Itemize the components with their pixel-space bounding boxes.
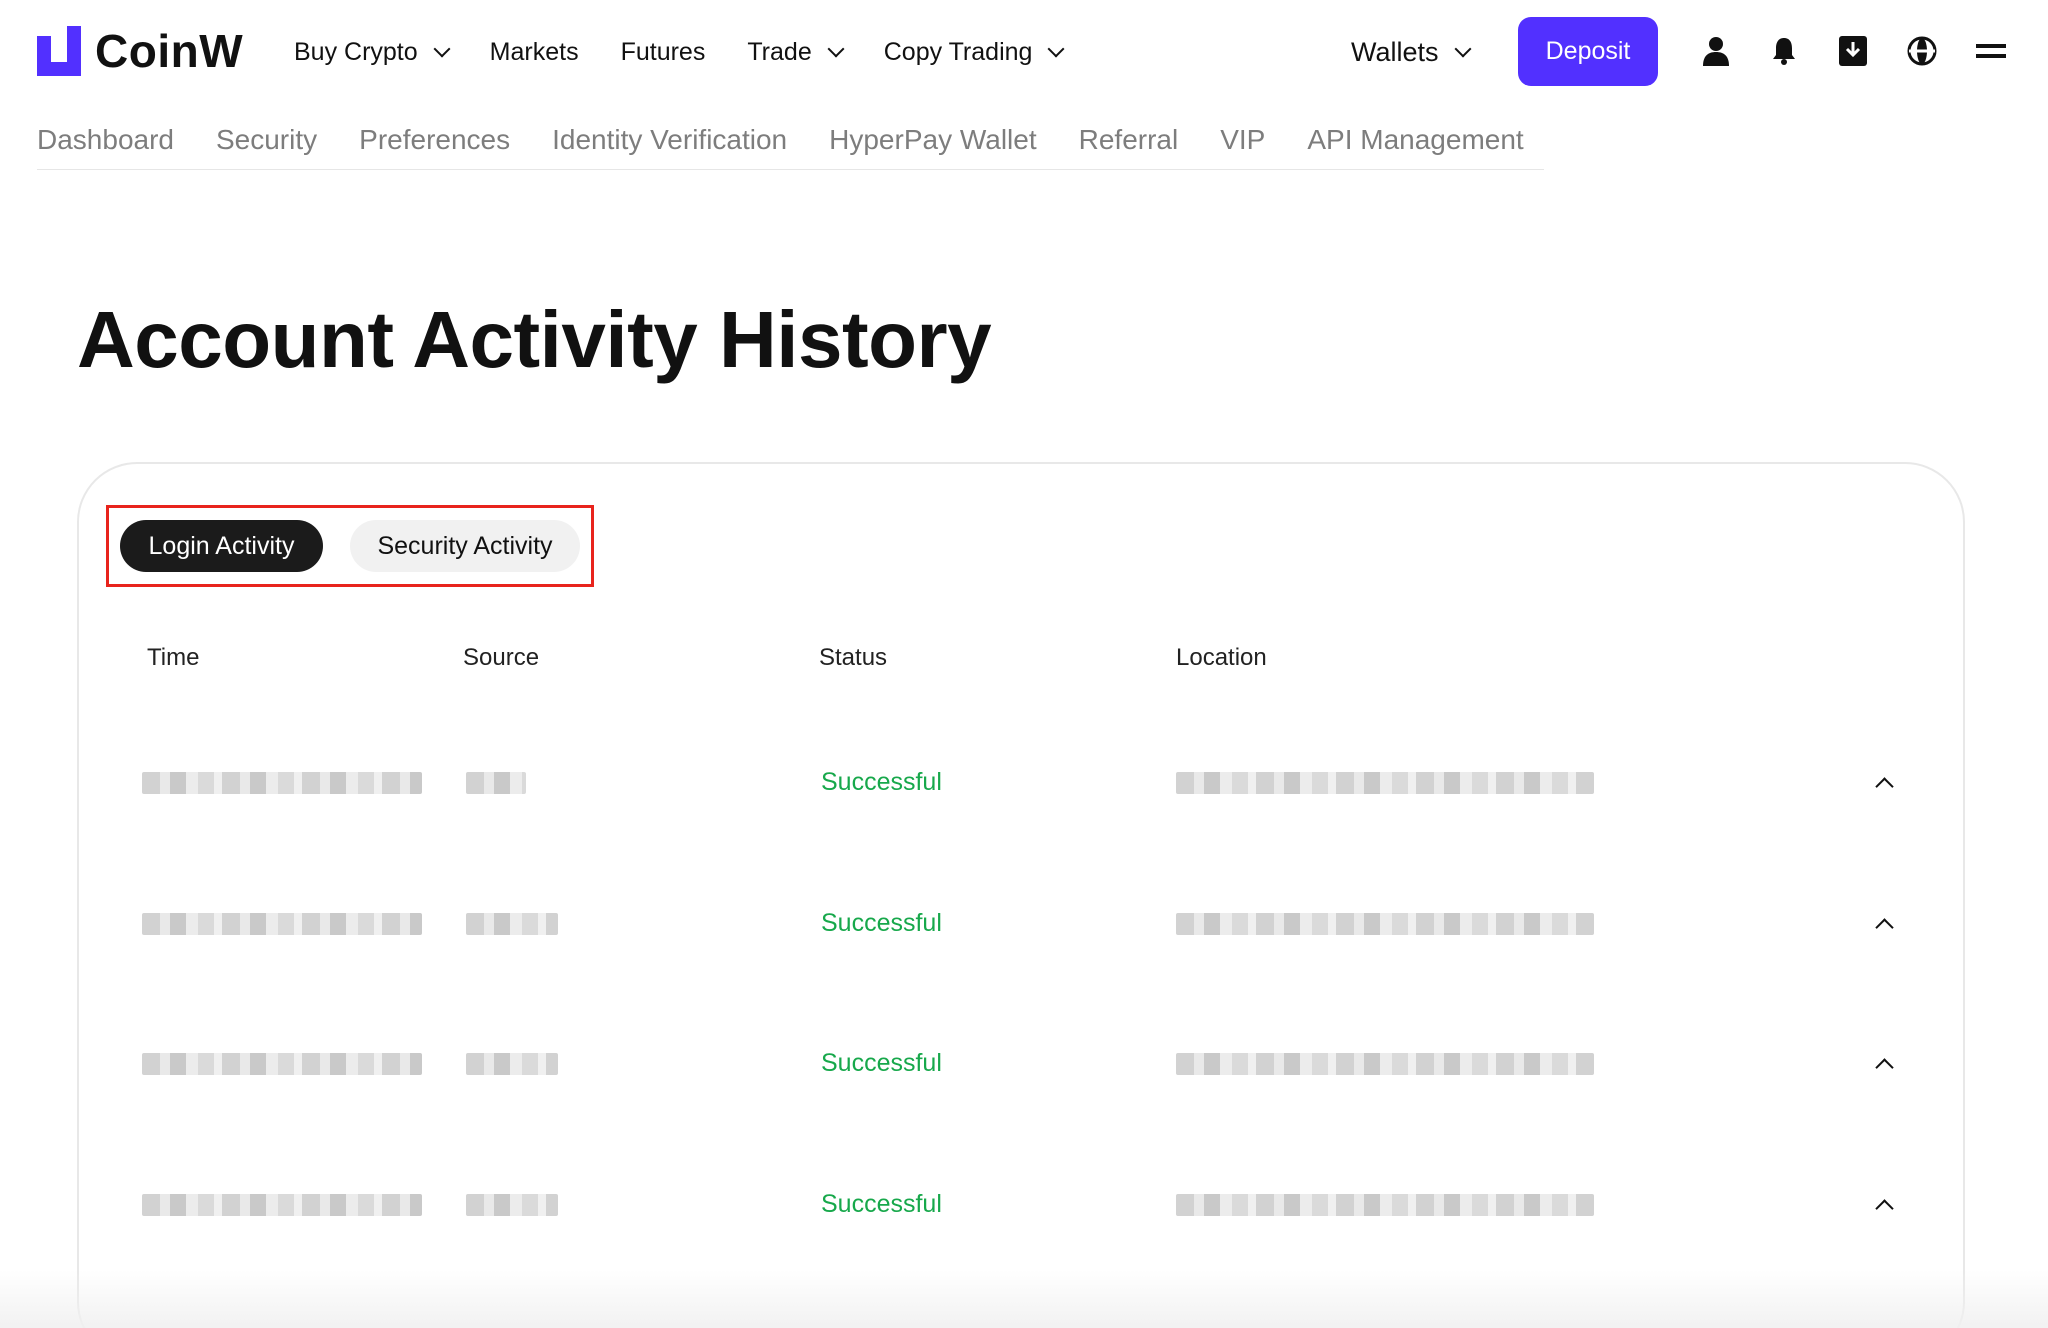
chevron-up-icon[interactable] [1875,918,1894,937]
table-row: Successful [140,758,1910,808]
redacted-location [1176,913,1594,935]
subnav-referral[interactable]: Referral [1079,120,1179,160]
deposit-button[interactable]: Deposit [1518,17,1658,86]
subnav-hyperpay-wallet[interactable]: HyperPay Wallet [829,120,1036,160]
table-row: Successful [140,1180,1910,1230]
coinw-logo[interactable]: CoinW [37,26,243,76]
status-badge: Successful [821,1049,942,1077]
status-badge: Successful [821,768,942,796]
bell-icon[interactable] [1768,34,1800,68]
nav-trade-label: Trade [747,37,812,66]
nav-copy-trading[interactable]: Copy Trading [883,37,1065,67]
chevron-down-icon [1047,40,1065,57]
redacted-location [1176,1194,1594,1216]
globe-icon[interactable] [1906,34,1938,68]
nav-buy-crypto-label: Buy Crypto [294,37,418,66]
column-header-source: Source [463,644,540,671]
account-subnav: Dashboard Security Preferences Identity … [37,120,1544,170]
download-icon[interactable] [1837,34,1869,68]
redacted-time [142,1053,422,1075]
wallets-dropdown[interactable]: Wallets [1351,30,1472,74]
nav-markets[interactable]: Markets [490,38,579,67]
brand-name: CoinW [95,25,244,77]
redacted-time [142,913,422,935]
chevron-down-icon [827,40,845,57]
coinw-logo-icon [37,26,81,76]
subnav-api-management[interactable]: API Management [1307,120,1523,160]
status-badge: Successful [821,909,942,937]
wallets-label: Wallets [1351,36,1439,67]
table-row: Successful [140,1039,1910,1089]
tab-login-activity[interactable]: Login Activity [120,520,323,572]
redacted-time [142,772,422,794]
subnav-vip[interactable]: VIP [1220,120,1265,160]
status-badge: Successful [821,1190,942,1218]
top-navigation-bar: CoinW Buy Crypto Markets Futures Trade C… [0,0,2048,104]
subnav-identity-verification[interactable]: Identity Verification [552,120,787,160]
chevron-down-icon [1454,40,1472,57]
column-header-location: Location [1176,644,1267,671]
redacted-source [466,1053,558,1075]
tab-security-activity[interactable]: Security Activity [350,520,580,572]
redacted-source [466,913,558,935]
nav-copy-trading-label: Copy Trading [883,37,1033,66]
subnav-preferences[interactable]: Preferences [359,120,510,160]
redacted-location [1176,772,1594,794]
chevron-up-icon[interactable] [1875,1199,1894,1218]
bottom-fade [0,1270,2048,1328]
page-title: Account Activity History [77,295,992,384]
main-nav: Buy Crypto Markets Futures Trade Copy Tr… [294,30,1104,74]
chevron-up-icon[interactable] [1875,777,1894,796]
table-row: Successful [140,899,1910,949]
nav-futures[interactable]: Futures [621,38,706,67]
redacted-location [1176,1053,1594,1075]
redacted-source [466,1194,558,1216]
nav-buy-crypto[interactable]: Buy Crypto [294,37,451,67]
nav-trade[interactable]: Trade [747,37,845,67]
redacted-source [466,772,526,794]
nav-markets-label: Markets [489,37,579,66]
column-header-status: Status [819,644,888,671]
subnav-security[interactable]: Security [216,120,317,160]
user-icon[interactable] [1700,34,1732,68]
chevron-down-icon [433,40,451,57]
subnav-dashboard[interactable]: Dashboard [37,120,174,160]
column-header-time: Time [147,644,200,671]
nav-futures-label: Futures [620,37,706,66]
chevron-up-icon[interactable] [1875,1058,1894,1077]
menu-icon[interactable] [1975,34,2007,68]
redacted-time [142,1194,422,1216]
